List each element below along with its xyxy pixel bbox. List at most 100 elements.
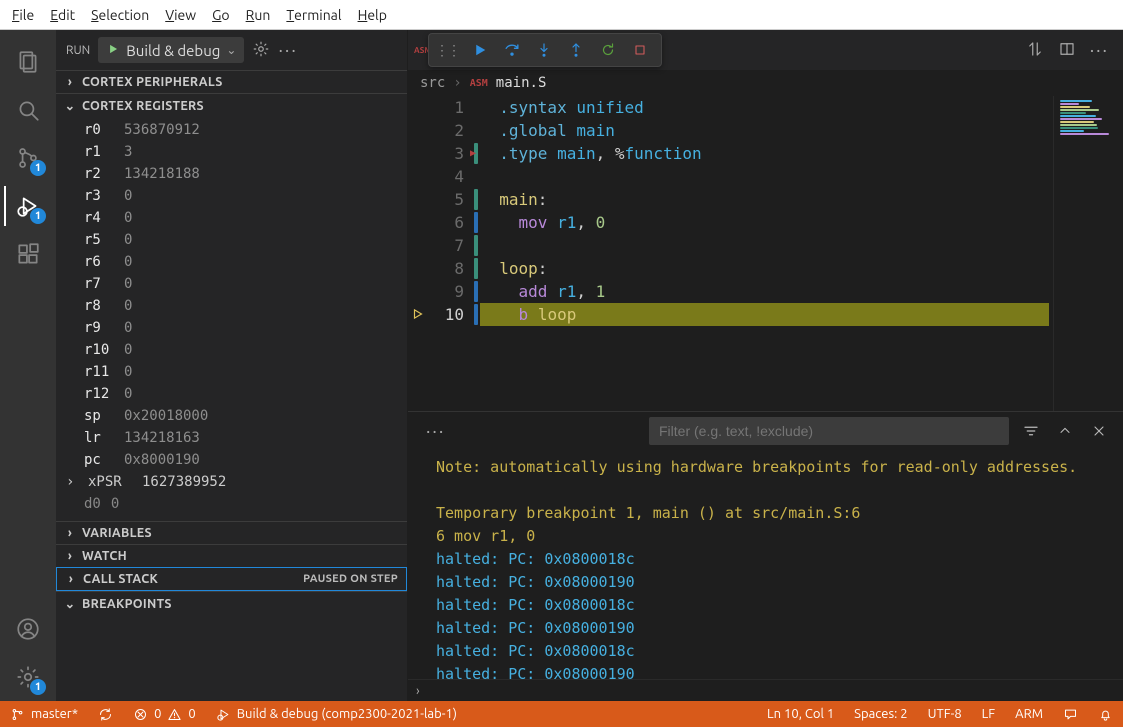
activity-search-icon[interactable] (4, 86, 52, 134)
activity-settings-icon[interactable]: 1 (4, 653, 52, 701)
status-problems[interactable]: 0 0 (123, 701, 206, 727)
register-row[interactable]: r110 (56, 361, 407, 383)
section-variables[interactable]: › VARIABLES (56, 521, 407, 544)
code-line[interactable] (480, 165, 1053, 188)
line-number[interactable]: 9 (408, 280, 464, 303)
menu-go[interactable]: Go (204, 0, 238, 29)
menu-file[interactable]: File (4, 0, 42, 29)
section-callstack[interactable]: › CALL STACK PAUSED ON STEP (56, 567, 407, 591)
status-encoding[interactable]: UTF-8 (918, 701, 972, 727)
restart-button[interactable] (593, 35, 623, 65)
debug-settings-icon[interactable] (252, 40, 270, 61)
register-row[interactable]: r0536870912 (56, 119, 407, 141)
close-panel-icon[interactable] (1087, 423, 1111, 439)
more-icon[interactable]: ··· (1090, 40, 1109, 61)
code-line[interactable] (480, 234, 1053, 257)
breadcrumb-folder[interactable]: src (420, 75, 445, 91)
filter-icon[interactable] (1019, 422, 1043, 440)
activity-debug-icon[interactable]: 1 (4, 182, 52, 230)
status-spaces[interactable]: Spaces: 2 (844, 701, 917, 727)
line-number[interactable]: 6 (408, 211, 464, 234)
register-row[interactable]: sp0x20018000 (56, 405, 407, 427)
status-branch[interactable]: master* (0, 701, 88, 727)
split-editor-icon[interactable] (1058, 40, 1076, 61)
activity-explorer-icon[interactable] (4, 38, 52, 86)
chevron-right-icon[interactable]: › (416, 684, 420, 698)
compare-icon[interactable] (1026, 40, 1044, 61)
status-task[interactable]: Build & debug (comp2300-2021-lab-1) (206, 701, 467, 727)
panel-more-icon[interactable]: ··· (426, 421, 445, 441)
code-line[interactable]: .syntax unified (480, 96, 1053, 119)
code-line[interactable]: .global main (480, 119, 1053, 142)
status-language[interactable]: ARM (1005, 701, 1053, 727)
status-cursor[interactable]: Ln 10, Col 1 (757, 701, 844, 727)
code-line[interactable]: add r1, 1 (480, 280, 1053, 303)
register-row[interactable]: r2134218188 (56, 163, 407, 185)
stop-button[interactable] (625, 35, 655, 65)
step-into-button[interactable] (529, 35, 559, 65)
line-number[interactable]: 1 (408, 96, 464, 119)
breadcrumb-file[interactable]: main.S (496, 75, 547, 91)
register-name: r8 (84, 298, 114, 314)
code-editor[interactable]: 12345678910 .syntax unified .global main… (408, 96, 1123, 411)
register-row[interactable]: r90 (56, 317, 407, 339)
line-number[interactable]: 8 (408, 257, 464, 280)
activity-scm-icon[interactable]: 1 (4, 134, 52, 182)
breadcrumbs[interactable]: src › ASM main.S (408, 70, 1123, 96)
section-breakpoints[interactable]: ⌄ BREAKPOINTS (56, 591, 407, 615)
drag-grip-icon[interactable]: ⋮⋮ (435, 42, 459, 59)
debug-console[interactable]: Note: automatically using hardware break… (408, 450, 1123, 679)
register-row[interactable]: r50 (56, 229, 407, 251)
register-row[interactable]: r30 (56, 185, 407, 207)
section-cortex-peripherals[interactable]: › CORTEX PERIPHERALS (56, 70, 407, 93)
status-bell-icon[interactable] (1088, 701, 1123, 727)
activity-extensions-icon[interactable] (4, 230, 52, 278)
menu-run[interactable]: Run (238, 0, 279, 29)
status-sync[interactable] (88, 701, 123, 727)
menu-terminal[interactable]: Terminal (278, 0, 349, 29)
register-row[interactable]: lr134218163 (56, 427, 407, 449)
continue-button[interactable] (465, 35, 495, 65)
status-feedback-icon[interactable] (1053, 701, 1088, 727)
panel-filter-input[interactable] (649, 417, 1009, 445)
step-over-button[interactable] (497, 35, 527, 65)
code-line[interactable]: loop: (480, 257, 1053, 280)
register-name: r12 (84, 386, 114, 402)
register-row[interactable]: r40 (56, 207, 407, 229)
more-icon[interactable]: ··· (278, 40, 297, 60)
register-xpsr[interactable]: ›xPSR1627389952 (56, 471, 407, 493)
code-area[interactable]: .syntax unified .global main .type main,… (480, 96, 1123, 411)
debug-toolbar[interactable]: ⋮⋮ (428, 33, 662, 67)
section-header[interactable]: ⌄ CORTEX REGISTERS (56, 94, 407, 117)
register-row[interactable]: r80 (56, 295, 407, 317)
collapse-panel-icon[interactable] (1053, 423, 1077, 439)
register-d0[interactable]: d00 (56, 493, 407, 515)
menu-view[interactable]: View (157, 0, 204, 29)
line-number[interactable]: 5 (408, 188, 464, 211)
line-number[interactable]: 2 (408, 119, 464, 142)
menu-selection[interactable]: Selection (83, 0, 157, 29)
status-eol[interactable]: LF (972, 701, 1005, 727)
register-row[interactable]: r70 (56, 273, 407, 295)
line-number[interactable]: 3 (408, 142, 464, 165)
code-line[interactable]: .type main, %function (480, 142, 1053, 165)
menu-help[interactable]: Help (350, 0, 395, 29)
activity-account-icon[interactable] (4, 605, 52, 653)
section-title: CORTEX PERIPHERALS (82, 75, 223, 89)
register-row[interactable]: r60 (56, 251, 407, 273)
code-line[interactable]: b loop (480, 303, 1053, 326)
line-number[interactable]: 4 (408, 165, 464, 188)
minimap[interactable] (1053, 96, 1123, 411)
step-out-button[interactable] (561, 35, 591, 65)
menu-edit[interactable]: Edit (42, 0, 83, 29)
editor-group: ASM ⋮⋮ ··· src › ASM main.S 12345 (408, 30, 1123, 701)
register-row[interactable]: pc0x8000190 (56, 449, 407, 471)
register-row[interactable]: r120 (56, 383, 407, 405)
section-watch[interactable]: › WATCH (56, 544, 407, 567)
code-line[interactable]: main: (480, 188, 1053, 211)
register-row[interactable]: r13 (56, 141, 407, 163)
line-number[interactable]: 7 (408, 234, 464, 257)
debug-config-selector[interactable]: Build & debug ⌄ (98, 37, 244, 63)
code-line[interactable]: mov r1, 0 (480, 211, 1053, 234)
register-row[interactable]: r100 (56, 339, 407, 361)
